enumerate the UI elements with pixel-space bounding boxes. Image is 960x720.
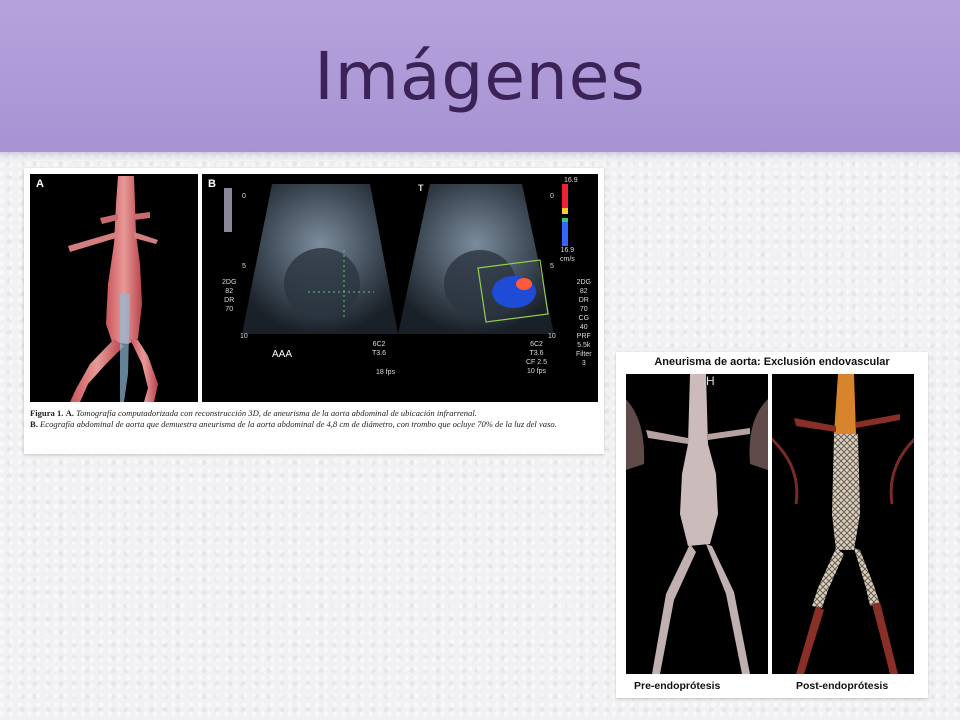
post-endoprosthesis-label: Post-endoprótesis <box>796 680 889 692</box>
us-label-aaa: AAA <box>272 349 293 360</box>
ct-reconstruction-image: A <box>30 174 198 402</box>
slide-title: Imágenes <box>314 38 646 115</box>
us-params-left: 2DG 82 DR 70 <box>222 279 237 313</box>
us-scale-right-5: 5 <box>550 263 554 270</box>
figure-2: Aneurisma de aorta: Exclusión endovascul… <box>616 352 928 698</box>
pre-endoprosthesis-label: Pre-endoprótesis <box>634 680 721 692</box>
us-params-right: 2DG 82 DR 70 CG 40 PRF 5.5k Filter 3 <box>576 279 592 367</box>
post-endoprosthesis-image: CR <box>772 374 914 674</box>
header-shadow <box>0 152 960 160</box>
us-probe-right: 6C2 T3.6 CF 2.5 10 fps <box>526 341 548 375</box>
us-scale-right-0: 0 <box>550 193 554 200</box>
us-scale-right-10: 10 <box>548 333 556 340</box>
us-mark-t: T <box>418 183 424 193</box>
us-scale-left-0: 0 <box>242 193 246 200</box>
post-angiogram <box>772 374 914 674</box>
us-color-top: 16.9 <box>564 177 578 184</box>
us-scale-left-10: 10 <box>240 333 248 340</box>
figure-1: A B 0 5 10 0 5 10 T 2DG 82 DR 70 2DG 82 … <box>24 168 604 454</box>
us-scale-left-5: 5 <box>242 263 246 270</box>
caption-a-label: A. <box>65 408 74 418</box>
us-color-bottom: 16.9 cm/s <box>560 247 575 263</box>
panel-a-label: A <box>36 178 44 190</box>
us-probe-left: 6C2 T3.6 <box>372 341 387 357</box>
pre-marker: H <box>706 374 715 388</box>
us-fps-left: 18 fps <box>376 369 396 376</box>
figure-2-title: Aneurisma de aorta: Exclusión endovascul… <box>654 356 890 368</box>
caption-a-text: Tomografía computadorizada con reconstru… <box>76 408 477 418</box>
caption-b-text: Ecografía abdominal de aorta que demuest… <box>40 419 557 429</box>
pre-endoprosthesis-image: H <box>626 374 768 674</box>
caption-fig-label: Figura 1. <box>30 408 64 418</box>
figure-1-caption: Figura 1. A. Tomografía computadorizada … <box>30 408 598 430</box>
caption-b-label: B. <box>30 419 38 429</box>
pre-angiogram <box>626 374 768 674</box>
aorta-3d-render <box>68 176 158 402</box>
ultrasound-image: B 0 5 10 0 5 10 T 2DG 82 DR 70 2DG 82 DR… <box>202 174 598 402</box>
